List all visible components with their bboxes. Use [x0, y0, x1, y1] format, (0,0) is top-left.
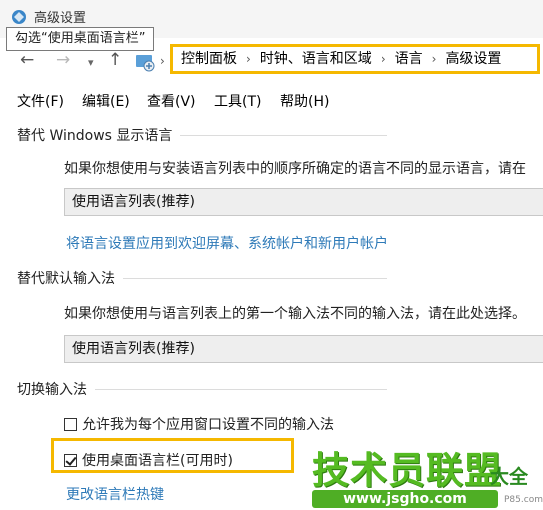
watermark-small-text: P85.com	[504, 495, 543, 505]
menu-edit[interactable]: 编辑(E)	[82, 91, 130, 111]
annotation-tooltip: 勾选“使用桌面语言栏”	[6, 27, 155, 51]
forward-arrow-icon[interactable]: →	[56, 50, 70, 70]
per-app-input-option[interactable]: 允许我为每个应用窗口设置不同的输入法	[64, 414, 334, 434]
section-heading: 替代默认输入法	[17, 271, 115, 287]
up-arrow-icon[interactable]: ↑	[108, 50, 122, 70]
section-divider	[180, 134, 387, 136]
breadcrumb-separator: ›	[246, 52, 251, 66]
switch-input-section: 切换输入法	[17, 379, 537, 399]
breadcrumb-item-language[interactable]: 语言	[395, 51, 423, 67]
window-title: 高级设置	[34, 11, 87, 26]
desktop-language-bar-label: 使用桌面语言栏(可用时)	[82, 453, 233, 469]
apply-language-settings-link[interactable]: 将语言设置应用到欢迎屏幕、系统帐户和新用户帐户	[66, 233, 388, 253]
display-language-section: 替代 Windows 显示语言	[17, 125, 537, 145]
breadcrumb-item-advanced-settings[interactable]: 高级设置	[445, 51, 501, 67]
chevron-down-icon[interactable]: ▾	[88, 53, 94, 73]
site-watermark: 技术员联盟 大全 www.jsgho.com P85.com	[312, 440, 543, 510]
desktop-language-bar-checkbox[interactable]	[64, 453, 77, 467]
desktop-language-bar-option[interactable]: 使用桌面语言栏(可用时)	[64, 450, 233, 470]
input-method-section: 替代默认输入法	[17, 268, 537, 288]
breadcrumb-separator: ›	[160, 54, 165, 68]
section-divider	[123, 277, 387, 279]
menu-file[interactable]: 文件(F)	[17, 91, 64, 111]
advanced-settings-window: 高级设置 勾选“使用桌面语言栏” ← → ▾ ↑ › 控制面板 › 时钟、语言和区域…	[0, 0, 543, 510]
watermark-logo-text: 技术员联盟	[312, 449, 502, 492]
section-heading: 替代 Windows 显示语言	[17, 128, 173, 144]
watermark-url: www.jsgho.com	[312, 490, 498, 508]
per-app-input-checkbox[interactable]	[64, 417, 77, 431]
section-divider	[95, 388, 387, 390]
breadcrumb[interactable]: 控制面板 › 时钟、语言和区域 › 语言 › 高级设置	[170, 44, 540, 74]
menu-view[interactable]: 查看(V)	[147, 91, 196, 111]
menu-help[interactable]: 帮助(H)	[280, 91, 329, 111]
breadcrumb-item-control-panel[interactable]: 控制面板	[181, 51, 237, 67]
back-arrow-icon[interactable]: ←	[20, 50, 34, 70]
breadcrumb-separator: ›	[380, 52, 386, 66]
watermark-side-text: 大全	[490, 466, 529, 488]
display-language-select[interactable]: 使用语言列表(推荐)	[64, 188, 543, 216]
menu-tools[interactable]: 工具(T)	[214, 91, 261, 111]
input-method-description: 如果你想使用与语言列表上的第一个输入法不同的输入法，请在此处选择。	[64, 306, 526, 322]
control-panel-icon	[12, 10, 26, 24]
display-language-description: 如果你想使用与安装语言列表中的顺序所确定的语言不同的显示语言，请在	[64, 161, 526, 177]
per-app-input-label: 允许我为每个应用窗口设置不同的输入法	[82, 417, 334, 433]
breadcrumb-item-clock-language-region[interactable]: 时钟、语言和区域	[260, 51, 372, 67]
control-panel-icon	[136, 55, 155, 72]
menu-bar: 文件(F) 编辑(E) 查看(V) 工具(T) 帮助(H)	[0, 88, 543, 112]
change-hotkey-link[interactable]: 更改语言栏热键	[66, 484, 164, 504]
breadcrumb-separator: ›	[431, 52, 437, 66]
input-method-select[interactable]: 使用语言列表(推荐)	[64, 335, 543, 363]
section-heading: 切换输入法	[17, 382, 87, 398]
